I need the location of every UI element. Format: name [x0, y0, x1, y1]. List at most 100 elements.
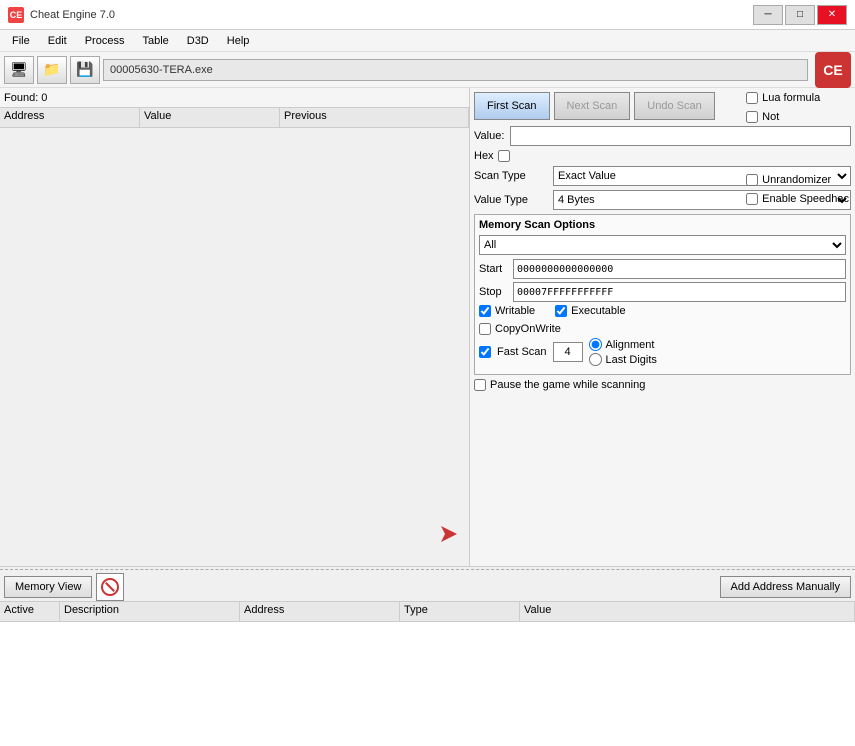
scan-type-label: Scan Type: [474, 170, 549, 182]
pause-checkbox[interactable]: [474, 379, 486, 391]
left-panel: Found: 0 Address Value Previous: [0, 88, 470, 566]
stop-row: Stop: [479, 282, 846, 302]
start-label: Start: [479, 263, 509, 275]
pause-label: Pause the game while scanning: [490, 379, 645, 391]
add-address-button[interactable]: Add Address Manually: [720, 576, 851, 598]
menu-bar: File Edit Process Table D3D Help: [0, 30, 855, 52]
next-scan-button[interactable]: Next Scan: [554, 92, 631, 120]
start-input[interactable]: [513, 259, 846, 279]
unrandomizer-label: Unrandomizer: [762, 174, 831, 186]
cheat-table-header: Active Description Address Type Value: [0, 602, 855, 622]
app-icon: CE: [8, 7, 24, 23]
copyonwrite-checkbox[interactable]: [479, 323, 491, 335]
menu-edit[interactable]: Edit: [40, 33, 75, 49]
process-name: 00005630-TERA.exe: [110, 64, 213, 76]
enable-speedhac-label: Enable Speedhac: [762, 193, 849, 205]
ct-col-type: Type: [400, 602, 520, 621]
lua-formula-row: Lua formula: [746, 92, 849, 104]
title-left: CE Cheat Engine 7.0: [8, 7, 115, 23]
last-digits-label: Last Digits: [606, 354, 657, 366]
title-bar: CE Cheat Engine 7.0 ─ □ ✕: [0, 0, 855, 30]
value-label: Value:: [474, 130, 504, 142]
alignment-row: Alignment: [589, 338, 657, 351]
lua-formula-label: Lua formula: [762, 92, 820, 104]
right-side-opts: Lua formula Not Unrandomizer Enable Spee…: [746, 92, 849, 208]
bottom-area: Memory View Add Address Manually Active …: [0, 566, 855, 746]
enable-speedhac-row: Enable Speedhac: [746, 193, 849, 205]
writable-checkbox[interactable]: [479, 305, 491, 317]
fast-scan-label: Fast Scan: [497, 346, 547, 358]
scan-results-header: Address Value Previous: [0, 108, 469, 128]
copyonwrite-label: CopyOnWrite: [495, 323, 561, 335]
pause-row: Pause the game while scanning: [474, 379, 851, 391]
executable-row: Executable: [555, 305, 625, 317]
col-header-previous: Previous: [280, 108, 469, 127]
ce-logo-icon: CE: [815, 52, 851, 88]
right-panel: First Scan Next Scan Undo Scan Value: He…: [470, 88, 855, 566]
scan-arrow-icon: [437, 522, 461, 546]
ct-col-value: Value: [520, 602, 855, 621]
toolbar-btn-1[interactable]: 🖥: [4, 56, 34, 84]
alignment-radio[interactable]: [589, 338, 602, 351]
close-button[interactable]: ✕: [817, 5, 847, 25]
cheat-table-list[interactable]: [0, 622, 855, 746]
maximize-button[interactable]: □: [785, 5, 815, 25]
writable-row: Writable: [479, 305, 535, 317]
bottom-toolbar: Memory View Add Address Manually: [0, 572, 855, 602]
memory-scan-title: Memory Scan Options: [479, 219, 846, 231]
stop-input[interactable]: [513, 282, 846, 302]
stop-icon: [101, 578, 119, 596]
memory-view-button[interactable]: Memory View: [4, 576, 92, 598]
menu-help[interactable]: Help: [219, 33, 258, 49]
found-count: Found: 0: [4, 92, 47, 104]
writable-label: Writable: [495, 305, 535, 317]
found-bar: Found: 0: [0, 88, 469, 108]
hex-label: Hex: [474, 150, 494, 162]
start-row: Start: [479, 259, 846, 279]
value-type-label: Value Type: [474, 194, 549, 206]
menu-d3d[interactable]: D3D: [179, 33, 217, 49]
content-area: Found: 0 Address Value Previous: [0, 88, 855, 566]
fast-scan-input[interactable]: [553, 342, 583, 362]
memory-type-select[interactable]: All Writable Executable CopyOnWrite: [479, 235, 846, 255]
executable-label: Executable: [571, 305, 625, 317]
last-digits-row: Last Digits: [589, 353, 657, 366]
stop-button[interactable]: [96, 573, 124, 601]
fast-scan-checkbox[interactable]: [479, 346, 491, 358]
stop-label: Stop: [479, 286, 509, 298]
toolbar-btn-2[interactable]: 📁: [37, 56, 67, 84]
fast-scan-row: Fast Scan Alignment Last Digits: [479, 338, 846, 366]
alignment-label: Alignment: [606, 339, 655, 351]
executable-checkbox[interactable]: [555, 305, 567, 317]
copyonwrite-row: CopyOnWrite: [479, 323, 846, 335]
we-row: Writable Executable: [479, 305, 846, 320]
unrandomizer-row: Unrandomizer: [746, 174, 849, 186]
scan-results-area: [0, 128, 469, 566]
col-header-address: Address: [0, 108, 140, 127]
lua-formula-checkbox[interactable]: [746, 92, 758, 104]
alignment-group: Alignment Last Digits: [589, 338, 657, 366]
ct-col-address: Address: [240, 602, 400, 621]
right-panel-inner: First Scan Next Scan Undo Scan Value: He…: [474, 92, 851, 391]
menu-file[interactable]: File: [4, 33, 38, 49]
minimize-button[interactable]: ─: [753, 5, 783, 25]
memory-scan-group: Memory Scan Options All Writable Executa…: [474, 214, 851, 375]
ct-col-active: Active: [0, 602, 60, 621]
menu-table[interactable]: Table: [134, 33, 176, 49]
process-bar: 00005630-TERA.exe: [103, 59, 808, 81]
unrandomizer-checkbox[interactable]: [746, 174, 758, 186]
separator: [0, 569, 855, 570]
enable-speedhac-checkbox[interactable]: [746, 193, 758, 205]
last-digits-radio[interactable]: [589, 353, 602, 366]
not-row: Not: [746, 111, 849, 123]
not-checkbox[interactable]: [746, 111, 758, 123]
undo-scan-button[interactable]: Undo Scan: [634, 92, 714, 120]
hex-checkbox[interactable]: [498, 150, 510, 162]
first-scan-button[interactable]: First Scan: [474, 92, 550, 120]
col-header-value: Value: [140, 108, 280, 127]
ct-col-description: Description: [60, 602, 240, 621]
toolbar: 🖥 📁 💾 00005630-TERA.exe CE: [0, 52, 855, 88]
menu-process[interactable]: Process: [77, 33, 133, 49]
app-title: Cheat Engine 7.0: [30, 9, 115, 21]
toolbar-btn-3[interactable]: 💾: [70, 56, 100, 84]
